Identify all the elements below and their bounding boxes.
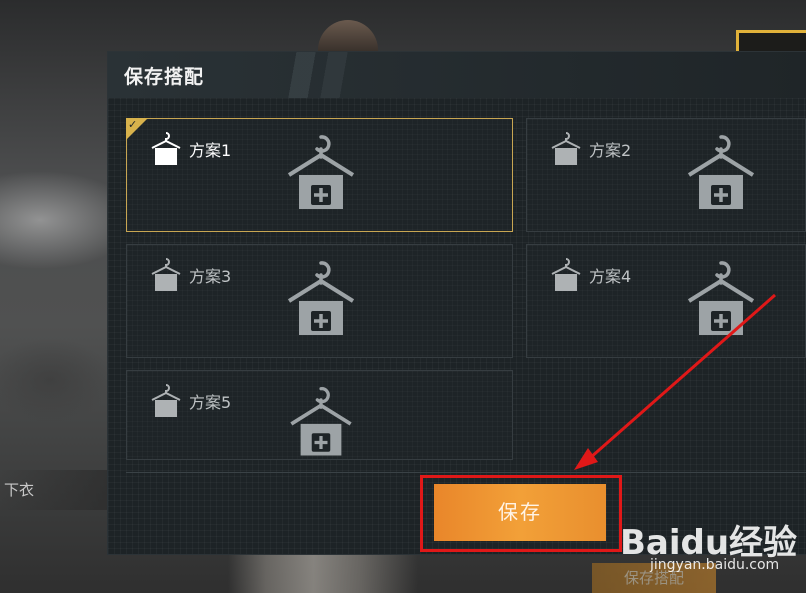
- outfit-slot-1[interactable]: ✓ 方案1: [126, 118, 513, 232]
- outfit-slot-2[interactable]: 方案2: [526, 118, 806, 232]
- outfit-slot-4[interactable]: 方案4: [526, 244, 806, 358]
- outfit-slot-label: 方案5: [189, 393, 232, 412]
- outfit-slot-5[interactable]: 方案5: [126, 370, 513, 460]
- outfit-slot-label: 方案3: [189, 267, 232, 286]
- hanger-plus-icon: [287, 261, 355, 335]
- watermark-url: jingyan.baidu.com: [650, 557, 780, 573]
- dialog-title: 保存搭配: [124, 66, 205, 88]
- shirt-hanger-tag-icon: [151, 384, 181, 417]
- dialog-header: 保存搭配: [108, 52, 806, 99]
- header-decoration: [258, 52, 378, 98]
- hanger-plus-icon: [287, 135, 355, 209]
- shirt-hanger-tag-icon: [551, 132, 581, 165]
- shirt-hanger-tag-icon: [551, 258, 581, 291]
- save-button[interactable]: 保存: [434, 484, 606, 541]
- baidu-jingyan-watermark: Baidu经验 jingyan.baidu.com: [620, 505, 806, 585]
- outfit-slot-label: 方案4: [589, 267, 632, 286]
- hanger-plus-icon: [687, 261, 755, 335]
- dialog-divider: [126, 472, 806, 473]
- hanger-plus-icon: [290, 387, 352, 456]
- outfit-slot-3[interactable]: 方案3: [126, 244, 513, 358]
- hanger-plus-icon: [687, 135, 755, 209]
- outfit-slot-label: 方案2: [589, 141, 632, 160]
- shirt-hanger-tag-icon: [151, 258, 181, 291]
- check-icon: ✓: [128, 118, 138, 131]
- outfit-slot-label: 方案1: [189, 141, 232, 160]
- shirt-hanger-tag-icon: [151, 132, 181, 165]
- bottoms-category-tab[interactable]: 下衣: [0, 470, 108, 510]
